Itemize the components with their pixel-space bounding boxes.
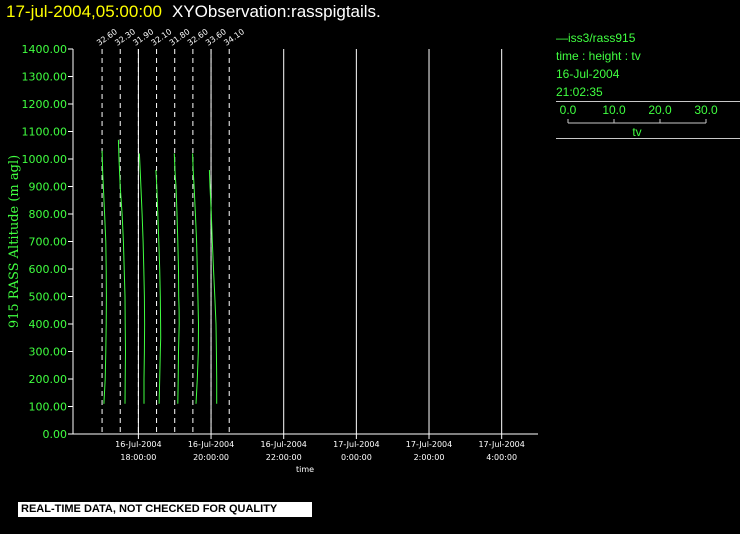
x-tick-time: 0:00:00 bbox=[341, 453, 372, 462]
y-tick-label: 1300.00 bbox=[22, 71, 68, 84]
y-tick-label: 1200.00 bbox=[22, 98, 68, 111]
x-axis-label: time bbox=[296, 465, 314, 474]
y-tick-label: 100.00 bbox=[29, 401, 68, 414]
y-tick-label: 200.00 bbox=[29, 373, 68, 386]
profile-lines bbox=[101, 139, 218, 404]
legend-scale-label: tv bbox=[632, 125, 641, 138]
legend-scale-tick-label: 30.0 bbox=[694, 103, 718, 117]
profile-line bbox=[208, 169, 218, 404]
x-tick-time: 2:00:00 bbox=[414, 453, 445, 462]
time-gridlines bbox=[101, 49, 503, 439]
quality-disclaimer: REAL-TIME DATA, NOT CHECKED FOR QUALITY bbox=[18, 502, 312, 517]
x-tick-time: 22:00:00 bbox=[266, 453, 302, 462]
x-tick-date: 17-Jul-2004 bbox=[406, 440, 452, 449]
profile-line bbox=[101, 150, 107, 404]
legend-scale-tick-label: 20.0 bbox=[648, 103, 672, 117]
y-tick-label: 500.00 bbox=[29, 291, 68, 304]
y-tick-label: 600.00 bbox=[29, 263, 68, 276]
legend-scale-axis: 0.0 10.0 20.0 30.0 tv bbox=[560, 103, 718, 139]
profile-line bbox=[138, 153, 146, 404]
legend-date: 16-Jul-2004 bbox=[556, 67, 620, 81]
legend-line-swatch: — bbox=[556, 31, 568, 45]
legend-scale-tick-label: 0.0 bbox=[560, 103, 577, 117]
y-tick-label: 800.00 bbox=[29, 208, 68, 221]
x-tick-date: 17-Jul-2004 bbox=[478, 440, 524, 449]
x-tick-time: 4:00:00 bbox=[486, 453, 517, 462]
y-tick-label: 700.00 bbox=[29, 236, 68, 249]
x-tick-date: 16-Jul-2004 bbox=[188, 440, 234, 449]
y-tick-label: 300.00 bbox=[29, 346, 68, 359]
x-tick-time: 18:00:00 bbox=[120, 453, 156, 462]
profile-value-labels: 32.6032.3031.9032.1031.8032.6033.6034.10 bbox=[95, 27, 246, 48]
y-tick-label: 1000.00 bbox=[22, 153, 68, 166]
legend-series: —iss3/rass915 bbox=[556, 29, 740, 47]
y-tick-label: 1100.00 bbox=[22, 126, 68, 139]
legend-scale: 0.0 10.0 20.0 30.0 tv bbox=[556, 102, 740, 139]
profile-label: 34.10 bbox=[222, 27, 246, 48]
x-tick-date: 17-Jul-2004 bbox=[333, 440, 379, 449]
legend-divider-bottom bbox=[556, 138, 740, 139]
x-tick-date: 16-Jul-2004 bbox=[260, 440, 306, 449]
legend-scale-tick-label: 10.0 bbox=[602, 103, 626, 117]
legend-time: 21:02:35 bbox=[556, 85, 603, 99]
x-tick-date: 16-Jul-2004 bbox=[115, 440, 161, 449]
legend-series-label: iss3/rass915 bbox=[568, 31, 636, 45]
legend: —iss3/rass915 time : height : tv 16-Jul-… bbox=[556, 29, 740, 139]
profile-line bbox=[117, 139, 127, 404]
y-tick-label: 0.00 bbox=[43, 428, 68, 441]
legend-variables: time : height : tv bbox=[556, 49, 641, 63]
profile-line bbox=[192, 153, 200, 404]
y-tick-label: 900.00 bbox=[29, 181, 68, 194]
y-tick-label: 400.00 bbox=[29, 318, 68, 331]
chart-axes: 0.00 100.00 200.00 300.00 400.00 500.00 600.00… bbox=[7, 43, 538, 474]
y-axis-label: 915 RASS Altitude (m agl) bbox=[7, 155, 22, 328]
y-tick-label: 1400.00 bbox=[22, 43, 68, 56]
x-tick-time: 20:00:00 bbox=[193, 453, 229, 462]
